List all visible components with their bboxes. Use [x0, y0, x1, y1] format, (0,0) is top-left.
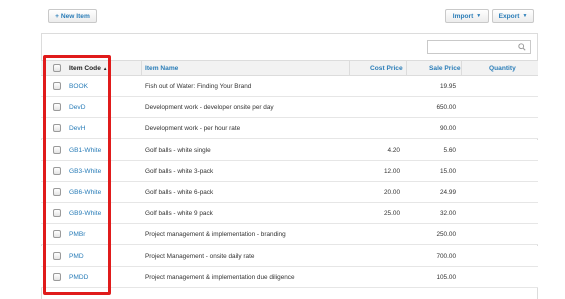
new-item-button[interactable]: + New Item	[48, 9, 97, 23]
sort-ascending-icon: ▲	[102, 66, 108, 71]
item-name: Development work - developer onsite per …	[145, 104, 274, 112]
row-checkbox[interactable]	[53, 82, 61, 90]
cost-price: 20.00	[384, 189, 400, 196]
sale-price: 5.60	[443, 146, 456, 154]
table-header: Item Code ▲ Item Name Cost Price Sale Pri…	[41, 60, 538, 76]
sale-price: 650.00	[436, 104, 456, 112]
table-row[interactable]: PMDD Project management & implementation …	[41, 266, 538, 288]
cost-price: 25.00	[384, 210, 400, 218]
item-code-link[interactable]: BOOK	[69, 76, 88, 97]
column-header-quantity[interactable]: Quantity	[489, 61, 516, 76]
item-name: Project management & implementation due …	[145, 273, 295, 281]
table-row[interactable]: PMBr Project management & implementation …	[41, 224, 538, 246]
item-code-link[interactable]: PMDD	[69, 267, 88, 288]
item-name: Fish out of Water: Finding Your Brand	[145, 83, 252, 90]
table-row[interactable]: BOOK Fish out of Water: Finding Your Bran…	[41, 76, 538, 97]
item-name: Development work - per hour rate	[145, 125, 241, 133]
export-button[interactable]: Export ▼	[492, 9, 534, 23]
table-row[interactable]: GB9-White Golf balls - white 9 pack 25.00 3…	[41, 203, 538, 225]
table-row[interactable]: DevD Development work - developer onsite …	[41, 97, 538, 119]
row-checkbox[interactable]	[53, 166, 61, 175]
cost-price: 12.00	[384, 167, 400, 175]
sale-price: 24.99	[440, 189, 456, 196]
sale-price: 19.95	[440, 83, 456, 90]
import-label: Import	[452, 12, 474, 20]
table-row[interactable]: GB3-White Golf balls - white 3-pack 12.00 1…	[41, 160, 538, 182]
column-divider	[349, 61, 350, 76]
export-label: Export	[498, 12, 520, 20]
table-row[interactable]: DevH Development work - per hour rate 90.0…	[41, 118, 538, 140]
row-checkbox[interactable]	[53, 272, 61, 281]
caret-down-icon: ▼	[522, 13, 528, 19]
new-item-label: + New Item	[55, 12, 90, 20]
item-name: Project Management - onsite daily rate	[145, 252, 255, 260]
column-divider	[141, 61, 142, 76]
column-header-sale-price[interactable]: Sale Price	[429, 61, 461, 76]
item-code-link[interactable]: DevH	[69, 118, 86, 139]
row-checkbox[interactable]	[53, 251, 61, 260]
item-code-link[interactable]: DevD	[69, 97, 86, 118]
table-row[interactable]: PMD Project Management - onsite daily rat…	[41, 245, 538, 267]
item-code-link[interactable]: GB9-White	[69, 203, 101, 224]
caret-down-icon: ▼	[476, 13, 482, 19]
row-checkbox[interactable]	[53, 124, 61, 133]
table-row[interactable]: GB6-White Golf balls - white 6-pack 20.00 2…	[41, 182, 538, 203]
sale-price: 250.00	[436, 231, 456, 239]
row-checkbox[interactable]	[53, 230, 61, 239]
cost-price: 4.20	[387, 146, 400, 154]
item-code-link[interactable]: GB6-White	[69, 182, 101, 203]
table-row[interactable]: GB1-White Golf balls - white single 4.20 5.…	[41, 139, 538, 161]
sale-price: 32.00	[440, 210, 456, 218]
sale-price: 700.00	[436, 252, 456, 260]
item-code-link[interactable]: PMD	[69, 246, 84, 267]
row-checkbox[interactable]	[53, 145, 61, 154]
row-checkbox[interactable]	[53, 103, 61, 112]
item-name: Golf balls - white single	[145, 146, 211, 154]
column-header-item-name[interactable]: Item Name	[145, 61, 178, 76]
select-all-checkbox[interactable]	[53, 64, 61, 72]
search-icon	[518, 43, 526, 51]
import-button[interactable]: Import ▼	[445, 9, 489, 23]
column-divider	[406, 61, 407, 76]
column-header-cost-price[interactable]: Cost Price	[370, 61, 403, 76]
row-checkbox[interactable]	[53, 209, 61, 218]
item-name: Golf balls - white 3-pack	[145, 167, 214, 175]
column-header-item-code[interactable]: Item Code ▲	[69, 61, 107, 76]
sale-price: 105.00	[436, 273, 456, 281]
item-code-link[interactable]: GB3-White	[69, 161, 101, 182]
item-code-link[interactable]: GB1-White	[69, 140, 101, 161]
column-divider	[461, 61, 462, 76]
item-name: Golf balls - white 9 pack	[145, 210, 213, 218]
sale-price: 90.00	[440, 125, 456, 133]
item-name: Project management & implementation - br…	[145, 231, 286, 239]
row-checkbox[interactable]	[53, 188, 61, 196]
item-name: Golf balls - white 6-pack	[145, 189, 214, 196]
search-input[interactable]	[427, 40, 531, 54]
sale-price: 15.00	[440, 167, 456, 175]
item-code-link[interactable]: PMBr	[69, 224, 85, 245]
